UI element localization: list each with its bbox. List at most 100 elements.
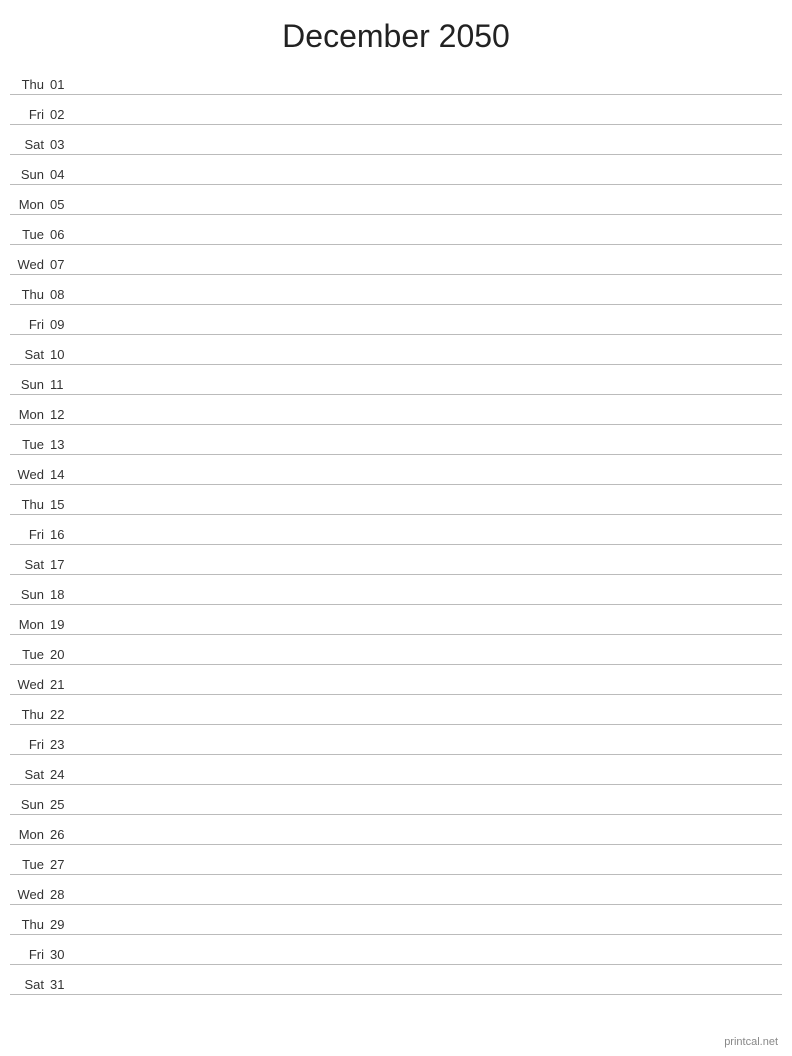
- day-line: [78, 271, 782, 272]
- day-line: [78, 211, 782, 212]
- day-line: [78, 361, 782, 362]
- day-line: [78, 151, 782, 152]
- day-line: [78, 331, 782, 332]
- day-row: Thu08: [10, 275, 782, 305]
- day-line: [78, 121, 782, 122]
- day-line: [78, 871, 782, 872]
- day-number: 01: [50, 77, 78, 92]
- day-number: 19: [50, 617, 78, 632]
- day-name: Fri: [10, 527, 50, 542]
- day-name: Sun: [10, 797, 50, 812]
- day-row: Sun04: [10, 155, 782, 185]
- day-row: Fri30: [10, 935, 782, 965]
- day-row: Sat24: [10, 755, 782, 785]
- day-number: 04: [50, 167, 78, 182]
- day-name: Thu: [10, 77, 50, 92]
- day-line: [78, 301, 782, 302]
- day-name: Tue: [10, 857, 50, 872]
- day-number: 16: [50, 527, 78, 542]
- day-number: 27: [50, 857, 78, 872]
- day-line: [78, 961, 782, 962]
- day-name: Sat: [10, 347, 50, 362]
- day-line: [78, 991, 782, 992]
- day-name: Fri: [10, 737, 50, 752]
- day-number: 08: [50, 287, 78, 302]
- day-line: [78, 751, 782, 752]
- day-number: 30: [50, 947, 78, 962]
- day-line: [78, 451, 782, 452]
- day-name: Thu: [10, 707, 50, 722]
- day-name: Mon: [10, 407, 50, 422]
- day-line: [78, 721, 782, 722]
- day-row: Thu22: [10, 695, 782, 725]
- day-row: Tue13: [10, 425, 782, 455]
- day-line: [78, 391, 782, 392]
- day-line: [78, 511, 782, 512]
- day-number: 28: [50, 887, 78, 902]
- day-name: Sun: [10, 377, 50, 392]
- day-number: 02: [50, 107, 78, 122]
- day-number: 18: [50, 587, 78, 602]
- day-name: Mon: [10, 827, 50, 842]
- day-name: Fri: [10, 107, 50, 122]
- day-row: Fri02: [10, 95, 782, 125]
- day-row: Wed14: [10, 455, 782, 485]
- day-name: Wed: [10, 467, 50, 482]
- day-number: 14: [50, 467, 78, 482]
- day-line: [78, 481, 782, 482]
- day-name: Mon: [10, 197, 50, 212]
- day-line: [78, 241, 782, 242]
- day-row: Sat17: [10, 545, 782, 575]
- day-name: Thu: [10, 497, 50, 512]
- day-number: 25: [50, 797, 78, 812]
- day-row: Mon12: [10, 395, 782, 425]
- day-row: Thu15: [10, 485, 782, 515]
- day-row: Fri09: [10, 305, 782, 335]
- day-number: 06: [50, 227, 78, 242]
- day-name: Sat: [10, 557, 50, 572]
- day-row: Thu01: [10, 65, 782, 95]
- day-line: [78, 181, 782, 182]
- day-row: Sun25: [10, 785, 782, 815]
- day-row: Fri23: [10, 725, 782, 755]
- day-number: 10: [50, 347, 78, 362]
- day-line: [78, 811, 782, 812]
- day-row: Fri16: [10, 515, 782, 545]
- day-number: 31: [50, 977, 78, 992]
- day-line: [78, 91, 782, 92]
- page-title: December 2050: [0, 0, 792, 65]
- day-name: Mon: [10, 617, 50, 632]
- day-row: Sun18: [10, 575, 782, 605]
- day-number: 17: [50, 557, 78, 572]
- day-line: [78, 841, 782, 842]
- day-name: Tue: [10, 437, 50, 452]
- calendar-container: Thu01Fri02Sat03Sun04Mon05Tue06Wed07Thu08…: [0, 65, 792, 995]
- day-row: Mon05: [10, 185, 782, 215]
- day-number: 03: [50, 137, 78, 152]
- day-name: Fri: [10, 317, 50, 332]
- day-row: Wed28: [10, 875, 782, 905]
- day-number: 29: [50, 917, 78, 932]
- day-number: 20: [50, 647, 78, 662]
- day-number: 22: [50, 707, 78, 722]
- day-name: Wed: [10, 887, 50, 902]
- day-number: 13: [50, 437, 78, 452]
- day-name: Sun: [10, 167, 50, 182]
- day-number: 09: [50, 317, 78, 332]
- day-line: [78, 421, 782, 422]
- day-row: Wed21: [10, 665, 782, 695]
- day-line: [78, 541, 782, 542]
- day-row: Tue20: [10, 635, 782, 665]
- day-name: Tue: [10, 227, 50, 242]
- day-number: 21: [50, 677, 78, 692]
- day-number: 05: [50, 197, 78, 212]
- day-line: [78, 571, 782, 572]
- day-number: 24: [50, 767, 78, 782]
- day-row: Tue06: [10, 215, 782, 245]
- day-name: Sat: [10, 137, 50, 152]
- day-line: [78, 661, 782, 662]
- day-name: Wed: [10, 677, 50, 692]
- day-row: Mon26: [10, 815, 782, 845]
- day-row: Thu29: [10, 905, 782, 935]
- day-number: 07: [50, 257, 78, 272]
